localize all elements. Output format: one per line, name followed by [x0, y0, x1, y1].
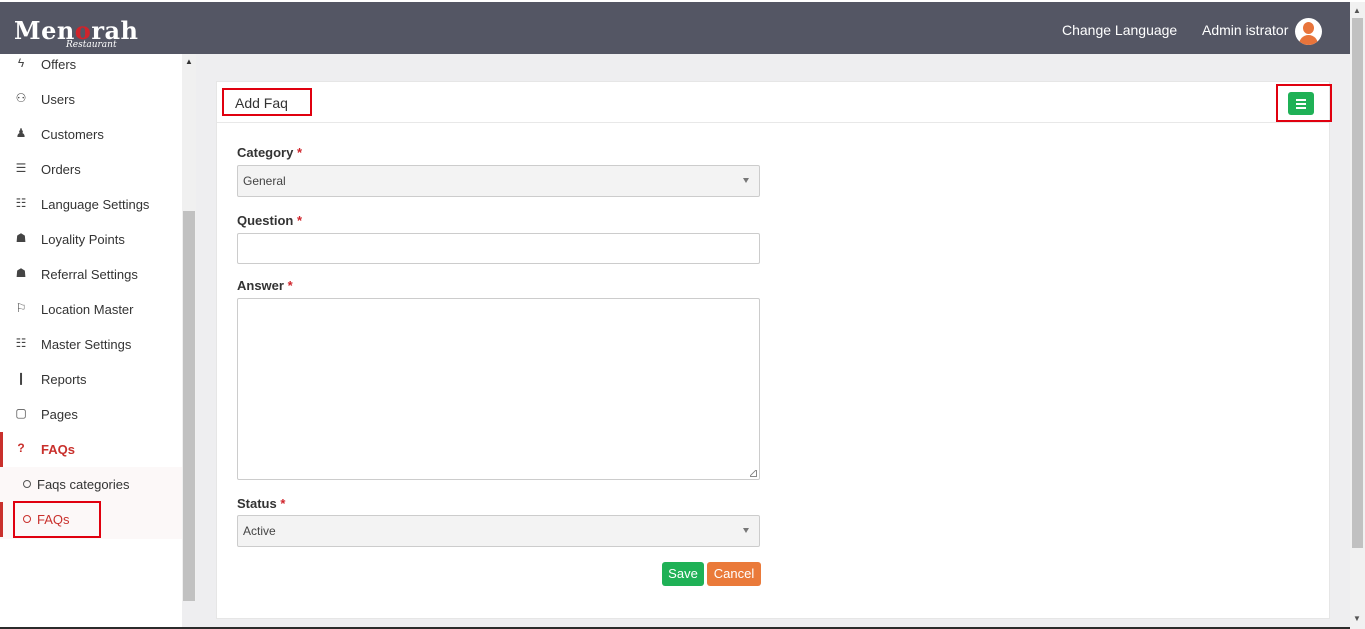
- sidebar-scrollbar-thumb[interactable]: [183, 211, 195, 601]
- sidebar-item-pages[interactable]: ▢ Pages: [0, 397, 182, 432]
- answer-textarea[interactable]: [237, 298, 760, 480]
- top-navbar: Menorah Restaurant Change Language Admin…: [0, 2, 1350, 54]
- change-language-link[interactable]: Change Language: [1062, 22, 1177, 38]
- bolt-icon: ϟ: [17, 56, 25, 70]
- chevron-down-icon: [743, 528, 749, 533]
- highlight-box: [13, 501, 101, 538]
- submenu-item-faqs-categories[interactable]: Faqs categories: [0, 467, 182, 502]
- highlight-box: [1276, 84, 1332, 122]
- cancel-button[interactable]: Cancel: [707, 562, 761, 586]
- sidebar-item-label: Loyality Points: [41, 232, 125, 247]
- sidebar-scrollbar[interactable]: ▲: [182, 54, 196, 601]
- page-scrollbar[interactable]: ▲ ▼: [1350, 2, 1365, 629]
- gift-icon: ☗: [15, 266, 27, 280]
- question-input[interactable]: [237, 233, 760, 264]
- sidebar-item-label: Offers: [41, 57, 77, 72]
- sidebar-item-label: Location Master: [41, 302, 134, 317]
- qrcode-icon: ☷: [15, 336, 27, 350]
- chevron-down-icon: [743, 178, 749, 183]
- question-label: Question *: [237, 213, 303, 228]
- sidebar-item-orders[interactable]: ☰ Orders: [0, 152, 182, 187]
- sidebar: ϟ Offers ⚇ Users ♟ Customers ☰ Orders ☷ …: [0, 54, 182, 629]
- category-label: Category *: [237, 145, 303, 160]
- sidebar-item-faqs[interactable]: ? FAQs: [0, 432, 182, 467]
- sidebar-item-reports[interactable]: ❙ Reports: [0, 362, 182, 397]
- circle-icon: [23, 480, 31, 488]
- sidebar-item-label: Referral Settings: [41, 267, 138, 282]
- answer-label: Answer *: [237, 278, 293, 293]
- sidebar-item-label: Users: [41, 92, 75, 107]
- user-menu-name[interactable]: Admin istrator: [1202, 22, 1288, 38]
- status-label: Status *: [237, 496, 286, 511]
- status-select[interactable]: Active: [237, 515, 760, 547]
- list-icon: ☰: [15, 161, 27, 175]
- avatar-head: [1303, 22, 1314, 34]
- sidebar-item-label: Pages: [41, 407, 78, 422]
- submenu-item-label: Faqs categories: [37, 477, 130, 492]
- category-select[interactable]: General: [237, 165, 760, 197]
- sidebar-item-master-settings[interactable]: ☷ Master Settings: [0, 327, 182, 362]
- sidebar-item-referral-settings[interactable]: ☗ Referral Settings: [0, 257, 182, 292]
- sidebar-item-label: Language Settings: [41, 197, 150, 212]
- save-button[interactable]: Save: [662, 562, 704, 586]
- card-header: Add Faq: [217, 82, 1332, 123]
- sidebar-item-label: FAQs: [41, 442, 75, 457]
- sidebar-item-customers[interactable]: ♟ Customers: [0, 117, 182, 152]
- question-icon: ?: [17, 441, 25, 455]
- gift-icon: ☗: [15, 231, 27, 245]
- sidebar-item-label: Orders: [41, 162, 81, 177]
- bar-chart-icon: ❙: [15, 371, 27, 385]
- user-avatar[interactable]: [1295, 18, 1322, 45]
- language-icon: ☷: [15, 196, 27, 210]
- user-icon: ♟: [15, 126, 27, 140]
- sidebar-item-loyality-points[interactable]: ☗ Loyality Points: [0, 222, 182, 257]
- resize-handle-icon[interactable]: [750, 470, 757, 477]
- sidebar-item-offers[interactable]: ϟ Offers: [0, 47, 182, 82]
- sidebar-item-language-settings[interactable]: ☷ Language Settings: [0, 187, 182, 222]
- scroll-up-arrow-icon[interactable]: ▲: [185, 57, 193, 66]
- avatar-body: [1299, 35, 1318, 45]
- sidebar-item-users[interactable]: ⚇ Users: [0, 82, 182, 117]
- scroll-down-arrow-icon[interactable]: ▼: [1353, 614, 1361, 623]
- highlight-box: [222, 88, 312, 116]
- page-scrollbar-thumb[interactable]: [1352, 18, 1363, 548]
- users-icon: ⚇: [15, 91, 27, 105]
- scroll-up-arrow-icon[interactable]: ▲: [1353, 6, 1361, 15]
- square-icon: ▢: [15, 406, 27, 420]
- map-marker-icon: ⚐: [15, 301, 27, 315]
- sidebar-item-label: Reports: [41, 372, 87, 387]
- sidebar-item-location-master[interactable]: ⚐ Location Master: [0, 292, 182, 327]
- sidebar-item-label: Customers: [41, 127, 104, 142]
- add-faq-card: Add Faq Category * General Question * An…: [216, 81, 1332, 619]
- sidebar-item-label: Master Settings: [41, 337, 132, 352]
